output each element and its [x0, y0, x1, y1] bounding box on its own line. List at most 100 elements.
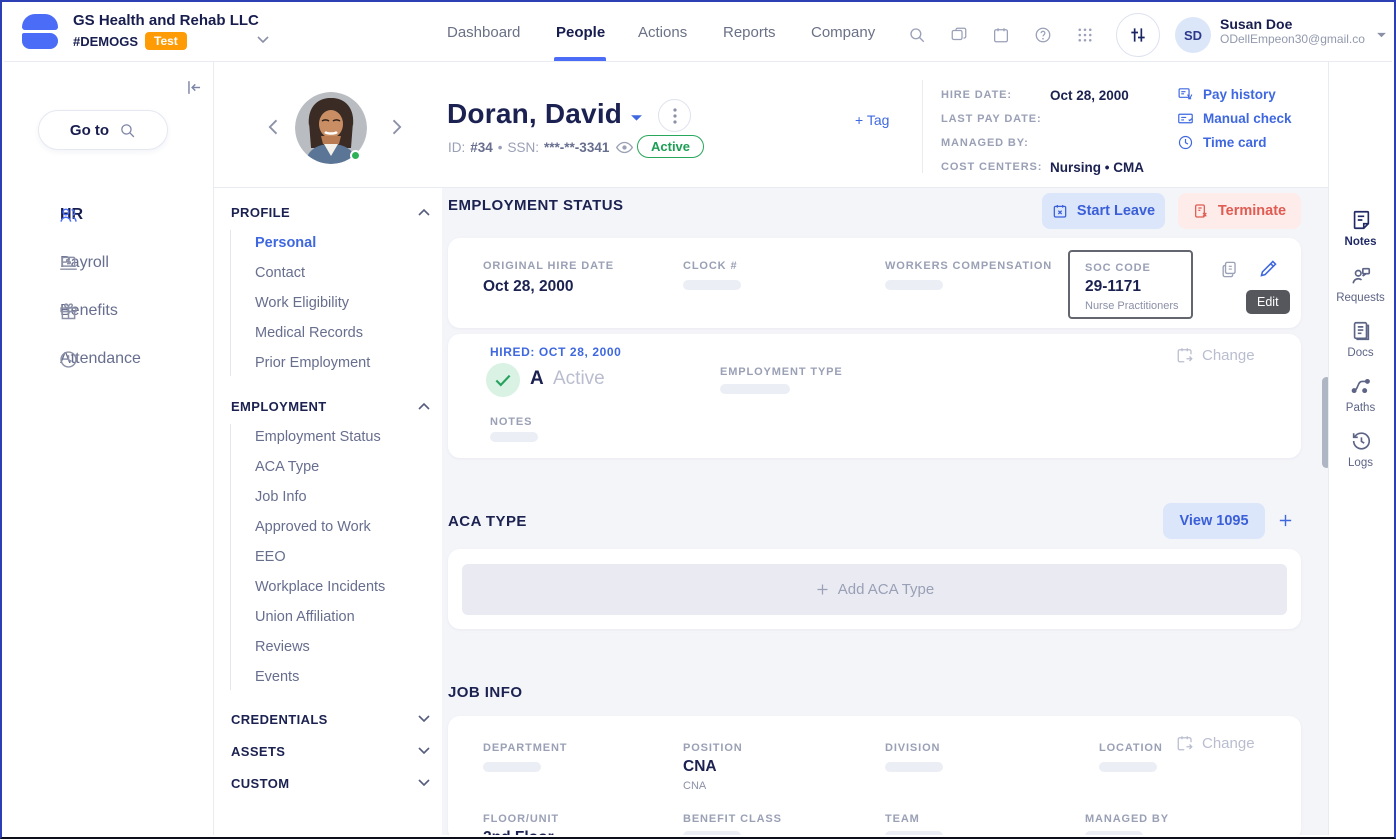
sidebar-item-payroll[interactable]: Payroll — [4, 246, 213, 280]
terminate-button[interactable]: Terminate — [1178, 193, 1301, 229]
position-sub-value: CNA — [683, 780, 706, 792]
collapse-sidebar-icon[interactable] — [185, 78, 204, 97]
apps-grid-icon[interactable] — [1076, 26, 1094, 44]
nav-section-assets[interactable]: ASSETS — [231, 743, 430, 759]
employee-id-ssn-line: ID: #34 • SSN: ***-**-3341 — [448, 140, 633, 155]
messages-icon[interactable] — [950, 26, 968, 44]
nav-item-employment-status[interactable]: Employment Status — [255, 429, 381, 445]
manual-check-icon — [1177, 110, 1194, 127]
manual-check-link[interactable]: Manual check — [1177, 110, 1292, 127]
sidebar-item-attendance[interactable]: Attendance — [4, 342, 213, 376]
next-employee-icon[interactable] — [386, 117, 406, 137]
nav-item-events[interactable]: Events — [255, 669, 299, 685]
nav-item-medical-records[interactable]: Medical Records — [255, 325, 363, 341]
empty-value-placeholder — [1099, 762, 1157, 772]
user-menu-caret-icon[interactable] — [1376, 32, 1387, 39]
hired-date-line: HIRED: OCT 28, 2000 — [490, 345, 621, 359]
change-job-info-button[interactable]: Change — [1176, 734, 1255, 752]
tab-dashboard[interactable]: Dashboard — [447, 24, 520, 41]
employee-name: Doran, David — [447, 98, 622, 130]
profile-nav: PROFILE Personal Contact Work Eligibilit… — [214, 188, 442, 835]
status-word: Active — [553, 368, 605, 390]
nav-guide-line — [230, 424, 231, 690]
employee-online-dot — [350, 150, 361, 161]
nav-item-workplace-incidents[interactable]: Workplace Incidents — [255, 579, 385, 595]
pay-history-link[interactable]: Pay history — [1177, 86, 1276, 103]
nav-item-job-info[interactable]: Job Info — [255, 489, 307, 505]
add-aca-plus-icon[interactable] — [1277, 512, 1294, 529]
nav-item-aca-type[interactable]: ACA Type — [255, 459, 319, 475]
company-block[interactable]: GS Health and Rehab LLC #DEMOGS Test — [73, 12, 259, 50]
nav-section-profile[interactable]: PROFILE — [231, 204, 430, 220]
nav-item-contact[interactable]: Contact — [255, 265, 305, 281]
time-card-link[interactable]: Time card — [1177, 134, 1267, 151]
empty-value-placeholder — [720, 384, 790, 394]
rail-item-paths[interactable]: Paths — [1329, 375, 1392, 414]
user-info[interactable]: Susan Doe ODellEmpeon30@gmail.co — [1220, 16, 1365, 46]
rail-item-docs[interactable]: Docs — [1329, 320, 1392, 359]
job-info-card: Change DEPARTMENT POSITION CNA CNA DIVIS… — [448, 716, 1301, 835]
sidebar-item-hr[interactable]: HR — [4, 198, 213, 232]
header-divider — [922, 80, 923, 173]
nav-section-custom[interactable]: CUSTOM — [231, 775, 430, 791]
plus-icon — [815, 582, 830, 597]
hr-people-icon — [58, 205, 79, 226]
soc-code-field-highlighted[interactable]: SOC CODE 29-1171 Nurse Practitioners — [1068, 250, 1193, 319]
search-icon[interactable] — [908, 26, 926, 44]
empty-value-placeholder — [1085, 831, 1143, 835]
empty-value-placeholder — [885, 831, 943, 835]
employment-fields-card: ORIGINAL HIRE DATE Oct 28, 2000 CLOCK # … — [448, 238, 1301, 328]
hired-status-card: HIRED: OCT 28, 2000 A Active EMPLOYMENT … — [448, 334, 1301, 458]
employee-name-caret-icon[interactable] — [630, 114, 643, 123]
empty-value-placeholder — [483, 762, 541, 772]
empeon-logo-icon[interactable] — [22, 14, 58, 49]
empty-value-placeholder — [885, 762, 943, 772]
position-value: CNA — [683, 758, 717, 776]
tab-people[interactable]: People — [556, 24, 605, 41]
nav-item-reviews[interactable]: Reviews — [255, 639, 310, 655]
nav-item-approved-to-work[interactable]: Approved to Work — [255, 519, 371, 535]
nav-item-work-eligibility[interactable]: Work Eligibility — [255, 295, 349, 311]
copy-icon[interactable] — [1220, 259, 1239, 280]
empty-value-placeholder — [683, 280, 741, 290]
view-1095-button[interactable]: View 1095 — [1163, 503, 1265, 539]
change-status-button[interactable]: Change — [1176, 346, 1255, 364]
aca-type-card: Add ACA Type — [448, 549, 1301, 629]
goto-search-button[interactable]: Go to — [38, 110, 168, 150]
left-sidebar: Go to HR Payroll Benefits Attendance — [4, 62, 214, 835]
rail-item-notes[interactable]: Notes — [1329, 209, 1392, 248]
sidebar-item-benefits[interactable]: Benefits — [4, 294, 213, 328]
tab-actions[interactable]: Actions — [638, 24, 687, 41]
controls-button[interactable] — [1116, 13, 1160, 57]
nav-item-eeo[interactable]: EEO — [255, 549, 286, 565]
requests-icon — [1350, 265, 1372, 287]
rail-item-requests[interactable]: Requests — [1329, 265, 1392, 304]
add-tag-button[interactable]: + Tag — [855, 112, 889, 128]
add-aca-type-button[interactable]: Add ACA Type — [462, 564, 1287, 615]
reveal-ssn-eye-icon[interactable] — [616, 141, 633, 154]
nav-item-prior-employment[interactable]: Prior Employment — [255, 355, 370, 371]
nav-section-credentials[interactable]: CREDENTIALS — [231, 711, 430, 727]
employee-more-menu-button[interactable] — [658, 99, 691, 132]
previous-employee-icon[interactable] — [264, 117, 284, 137]
calendar-icon[interactable] — [992, 26, 1010, 44]
help-icon[interactable] — [1034, 26, 1052, 44]
user-name: Susan Doe — [1220, 16, 1365, 32]
user-avatar[interactable]: SD — [1175, 17, 1211, 53]
paths-icon — [1350, 375, 1372, 397]
rail-item-logs[interactable]: Logs — [1329, 430, 1392, 469]
edit-pencil-icon[interactable] — [1258, 258, 1279, 279]
nav-item-personal[interactable]: Personal — [255, 235, 316, 251]
nav-item-union-affiliation[interactable]: Union Affiliation — [255, 609, 355, 625]
employee-ssn: ***-**-3341 — [544, 140, 609, 155]
start-leave-button[interactable]: Start Leave — [1042, 193, 1165, 229]
top-bar: GS Health and Rehab LLC #DEMOGS Test Das… — [4, 4, 1392, 62]
right-rail: Notes Requests Docs Paths Logs — [1328, 62, 1392, 835]
attendance-clock-icon — [58, 349, 79, 370]
company-dropdown-caret-icon[interactable] — [257, 36, 269, 44]
nav-section-employment[interactable]: EMPLOYMENT — [231, 398, 430, 414]
chevron-down-icon — [418, 779, 430, 787]
chevron-down-icon — [418, 747, 430, 755]
tab-company[interactable]: Company — [811, 24, 875, 41]
tab-reports[interactable]: Reports — [723, 24, 776, 41]
